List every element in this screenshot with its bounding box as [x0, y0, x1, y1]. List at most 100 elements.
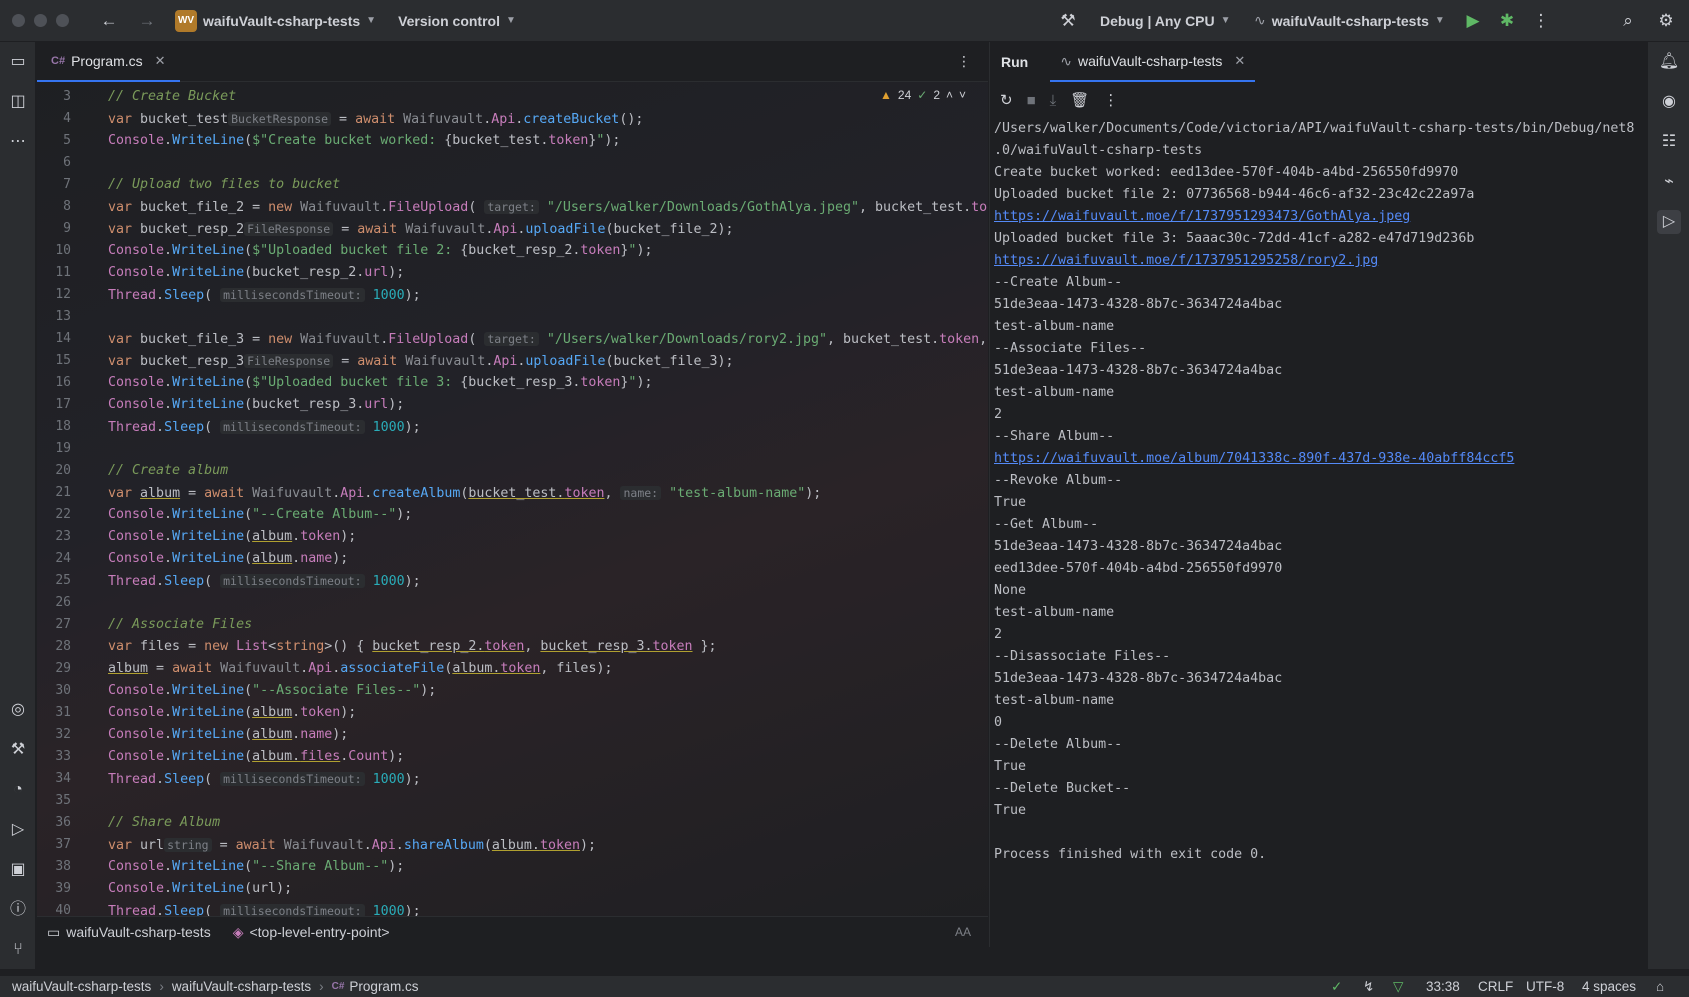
notifications-bell-icon[interactable]: 🔔︎	[1657, 50, 1681, 74]
code-line[interactable]: 8 var bucket_file_2 = new Waifuvault.File…	[37, 196, 988, 218]
rerun-icon[interactable]: ↻	[1000, 91, 1013, 109]
build-icon[interactable]: ⚒	[6, 738, 30, 762]
code-line[interactable]: 24 Console.WriteLine(album.name);	[37, 548, 988, 570]
code-line[interactable]: 31 Console.WriteLine(album.token);	[37, 702, 988, 724]
breadcrumb-project[interactable]: ▭ waifuVault-csharp-tests	[47, 924, 211, 941]
line-number: 8	[63, 199, 71, 214]
back-arrow-icon[interactable]: ←	[97, 11, 121, 31]
search-icon[interactable]: ⌕	[1616, 11, 1640, 31]
line-number: 24	[55, 551, 71, 566]
code-line[interactable]: 18 Thread.Sleep( millisecondsTimeout: 100…	[37, 416, 988, 438]
csharp-file-icon: C#	[51, 54, 66, 67]
code-line[interactable]: 12 Thread.Sleep( millisecondsTimeout: 100…	[37, 284, 988, 306]
code-line[interactable]: 38 Console.WriteLine("--Share Album--");	[37, 856, 988, 878]
code-line[interactable]: 34 Thread.Sleep( millisecondsTimeout: 100…	[37, 768, 988, 790]
indent-setting[interactable]: 4 spaces	[1582, 979, 1636, 994]
console-output[interactable]: /Users/walker/Documents/Code/victoria/AP…	[994, 118, 1634, 866]
file-encoding[interactable]: UTF-8	[1526, 979, 1564, 994]
code-line[interactable]: 6	[37, 152, 988, 174]
tab-program-cs[interactable]: C# Program.cs ✕	[37, 42, 180, 82]
console-link[interactable]: https://waifuvault.moe/f/1737951293473/G…	[994, 206, 1634, 228]
code-line[interactable]: 33 Console.WriteLine(album.files.Count);	[37, 746, 988, 768]
code-line[interactable]: 21 var album = await Waifuvault.Api.creat…	[37, 482, 988, 504]
monitor-icon[interactable]: ⌁	[1657, 170, 1681, 194]
code-line[interactable]: 11 Console.WriteLine(bucket_resp_2.url);	[37, 262, 988, 284]
code-line[interactable]: 39 Console.WriteLine(url);	[37, 878, 988, 900]
code-line[interactable]: 15 var bucket_resp_3 FileResponse = await …	[37, 350, 988, 372]
close-tab-icon[interactable]: ✕	[1234, 53, 1245, 69]
terminal-icon[interactable]: ▣	[6, 858, 30, 882]
status-crumb-project[interactable]: waifuVault-csharp-tests	[172, 979, 311, 994]
code-line[interactable]: 10 Console.WriteLine($"Uploaded bucket fi…	[37, 240, 988, 262]
code-line[interactable]: 7 // Upload two files to bucket	[37, 174, 988, 196]
build-config-selector[interactable]: Debug | Any CPU ▼	[1100, 13, 1231, 29]
version-control-menu[interactable]: Version control ▼	[398, 13, 516, 29]
close-window-button[interactable]	[12, 14, 25, 27]
forward-arrow-icon[interactable]: →	[135, 11, 159, 31]
clear-trash-icon[interactable]: 🗑	[1070, 91, 1089, 109]
code-line[interactable]: 14 var bucket_file_3 = new Waifuvault.Fil…	[37, 328, 988, 350]
code-line[interactable]: 13	[37, 306, 988, 328]
run-more-icon[interactable]: ⋮	[1103, 91, 1118, 109]
code-line[interactable]: 5 Console.WriteLine($"Create bucket worke…	[37, 130, 988, 152]
code-line[interactable]: 19	[37, 438, 988, 460]
code-line[interactable]: 23 Console.WriteLine(album.token);	[37, 526, 988, 548]
stop-icon[interactable]: ■	[1027, 92, 1036, 109]
project-folder-icon[interactable]: ▭	[6, 50, 30, 74]
profiler-icon[interactable]: ◔	[6, 778, 30, 802]
code-line[interactable]: 35	[37, 790, 988, 812]
lock-icon[interactable]: ⌂	[1656, 979, 1664, 994]
code-line[interactable]: 32 Console.WriteLine(album.name);	[37, 724, 988, 746]
code-line[interactable]: 20 // Create album	[37, 460, 988, 482]
ai-assistant-icon[interactable]: ◉	[1657, 90, 1681, 114]
services-icon[interactable]: ◎	[6, 698, 30, 722]
code-line[interactable]: 3 // Create Bucket	[37, 86, 988, 108]
run-services-icon[interactable]: ▷	[6, 818, 30, 842]
scroll-to-end-icon[interactable]: ⤓	[1050, 92, 1057, 109]
caret-position[interactable]: 33:38	[1426, 979, 1460, 994]
inspection-ok-icon[interactable]: ✓	[1331, 979, 1342, 995]
debug-bug-icon[interactable]: ✱	[1495, 11, 1519, 31]
tab-more-icon[interactable]: ⋮	[957, 53, 971, 70]
code-line[interactable]: 29 album = await Waifuvault.Api.associate…	[37, 658, 988, 680]
status-crumb-solution[interactable]: waifuVault-csharp-tests	[12, 979, 151, 994]
status-crumb-file[interactable]: C# Program.cs	[332, 979, 419, 994]
run-config-selector[interactable]: ∿ waifuVault-csharp-tests ▼	[1254, 12, 1445, 29]
code-editor[interactable]: 3 // Create Bucket 4 var bucket_test BucketR…	[37, 86, 988, 940]
code-line[interactable]: 25 Thread.Sleep( millisecondsTimeout: 100…	[37, 570, 988, 592]
code-line[interactable]: 9 var bucket_resp_2 FileResponse = await W…	[37, 218, 988, 240]
console-link[interactable]: https://waifuvault.moe/album/7041338c-89…	[994, 448, 1634, 470]
ai-status-icon[interactable]: ↯	[1363, 979, 1374, 995]
close-tab-icon[interactable]: ✕	[155, 53, 166, 69]
code-line[interactable]: 22 Console.WriteLine("--Create Album--");	[37, 504, 988, 526]
code-line[interactable]: 17 Console.WriteLine(bucket_resp_3.url);	[37, 394, 988, 416]
code-line[interactable]: 28 var files = new List<string>() { bucke…	[37, 636, 988, 658]
code-line[interactable]: 36 // Share Album	[37, 812, 988, 834]
project-selector[interactable]: WV waifuVault-csharp-tests ▼	[175, 9, 376, 32]
code-line[interactable]: 37 var url string = await Waifuvault.Api.s…	[37, 834, 988, 856]
run-play-icon[interactable]: ▶	[1461, 11, 1485, 31]
code-line[interactable]: 26	[37, 592, 988, 614]
problems-icon[interactable]: ⓘ	[6, 898, 30, 922]
code-line[interactable]: 4 var bucket_test BucketResponse = await W…	[37, 108, 988, 130]
run-panel-icon[interactable]: ▷	[1657, 210, 1681, 234]
console-line: --Create Album--	[994, 275, 1123, 290]
line-separator[interactable]: CRLF	[1478, 979, 1513, 994]
build-hammer-icon[interactable]: ⚒	[1056, 11, 1080, 31]
code-line[interactable]: 27 // Associate Files	[37, 614, 988, 636]
code-line[interactable]: 30 Console.WriteLine("--Associate Files--…	[37, 680, 988, 702]
zoom-window-button[interactable]	[56, 14, 69, 27]
code-line[interactable]: 16 Console.WriteLine($"Uploaded bucket fi…	[37, 372, 988, 394]
more-options-icon[interactable]: ⋮	[1529, 11, 1553, 31]
settings-gear-icon[interactable]: ⚙	[1654, 11, 1678, 31]
shield-icon[interactable]: ▽	[1393, 979, 1403, 995]
reader-mode-icon[interactable]: AA	[955, 925, 971, 939]
minimize-window-button[interactable]	[34, 14, 47, 27]
structure-icon[interactable]: ◫	[6, 90, 30, 114]
database-icon[interactable]: ☷	[1657, 130, 1681, 154]
console-link[interactable]: https://waifuvault.moe/f/1737951295258/r…	[994, 250, 1634, 272]
breadcrumb-scope[interactable]: ◈ <top-level-entry-point>	[233, 924, 390, 941]
git-branch-icon[interactable]: ⑂	[6, 938, 30, 962]
more-tools-icon[interactable]: ⋯	[6, 130, 30, 154]
tab-run-config[interactable]: ∿ waifuVault-csharp-tests ✕	[1050, 42, 1256, 82]
